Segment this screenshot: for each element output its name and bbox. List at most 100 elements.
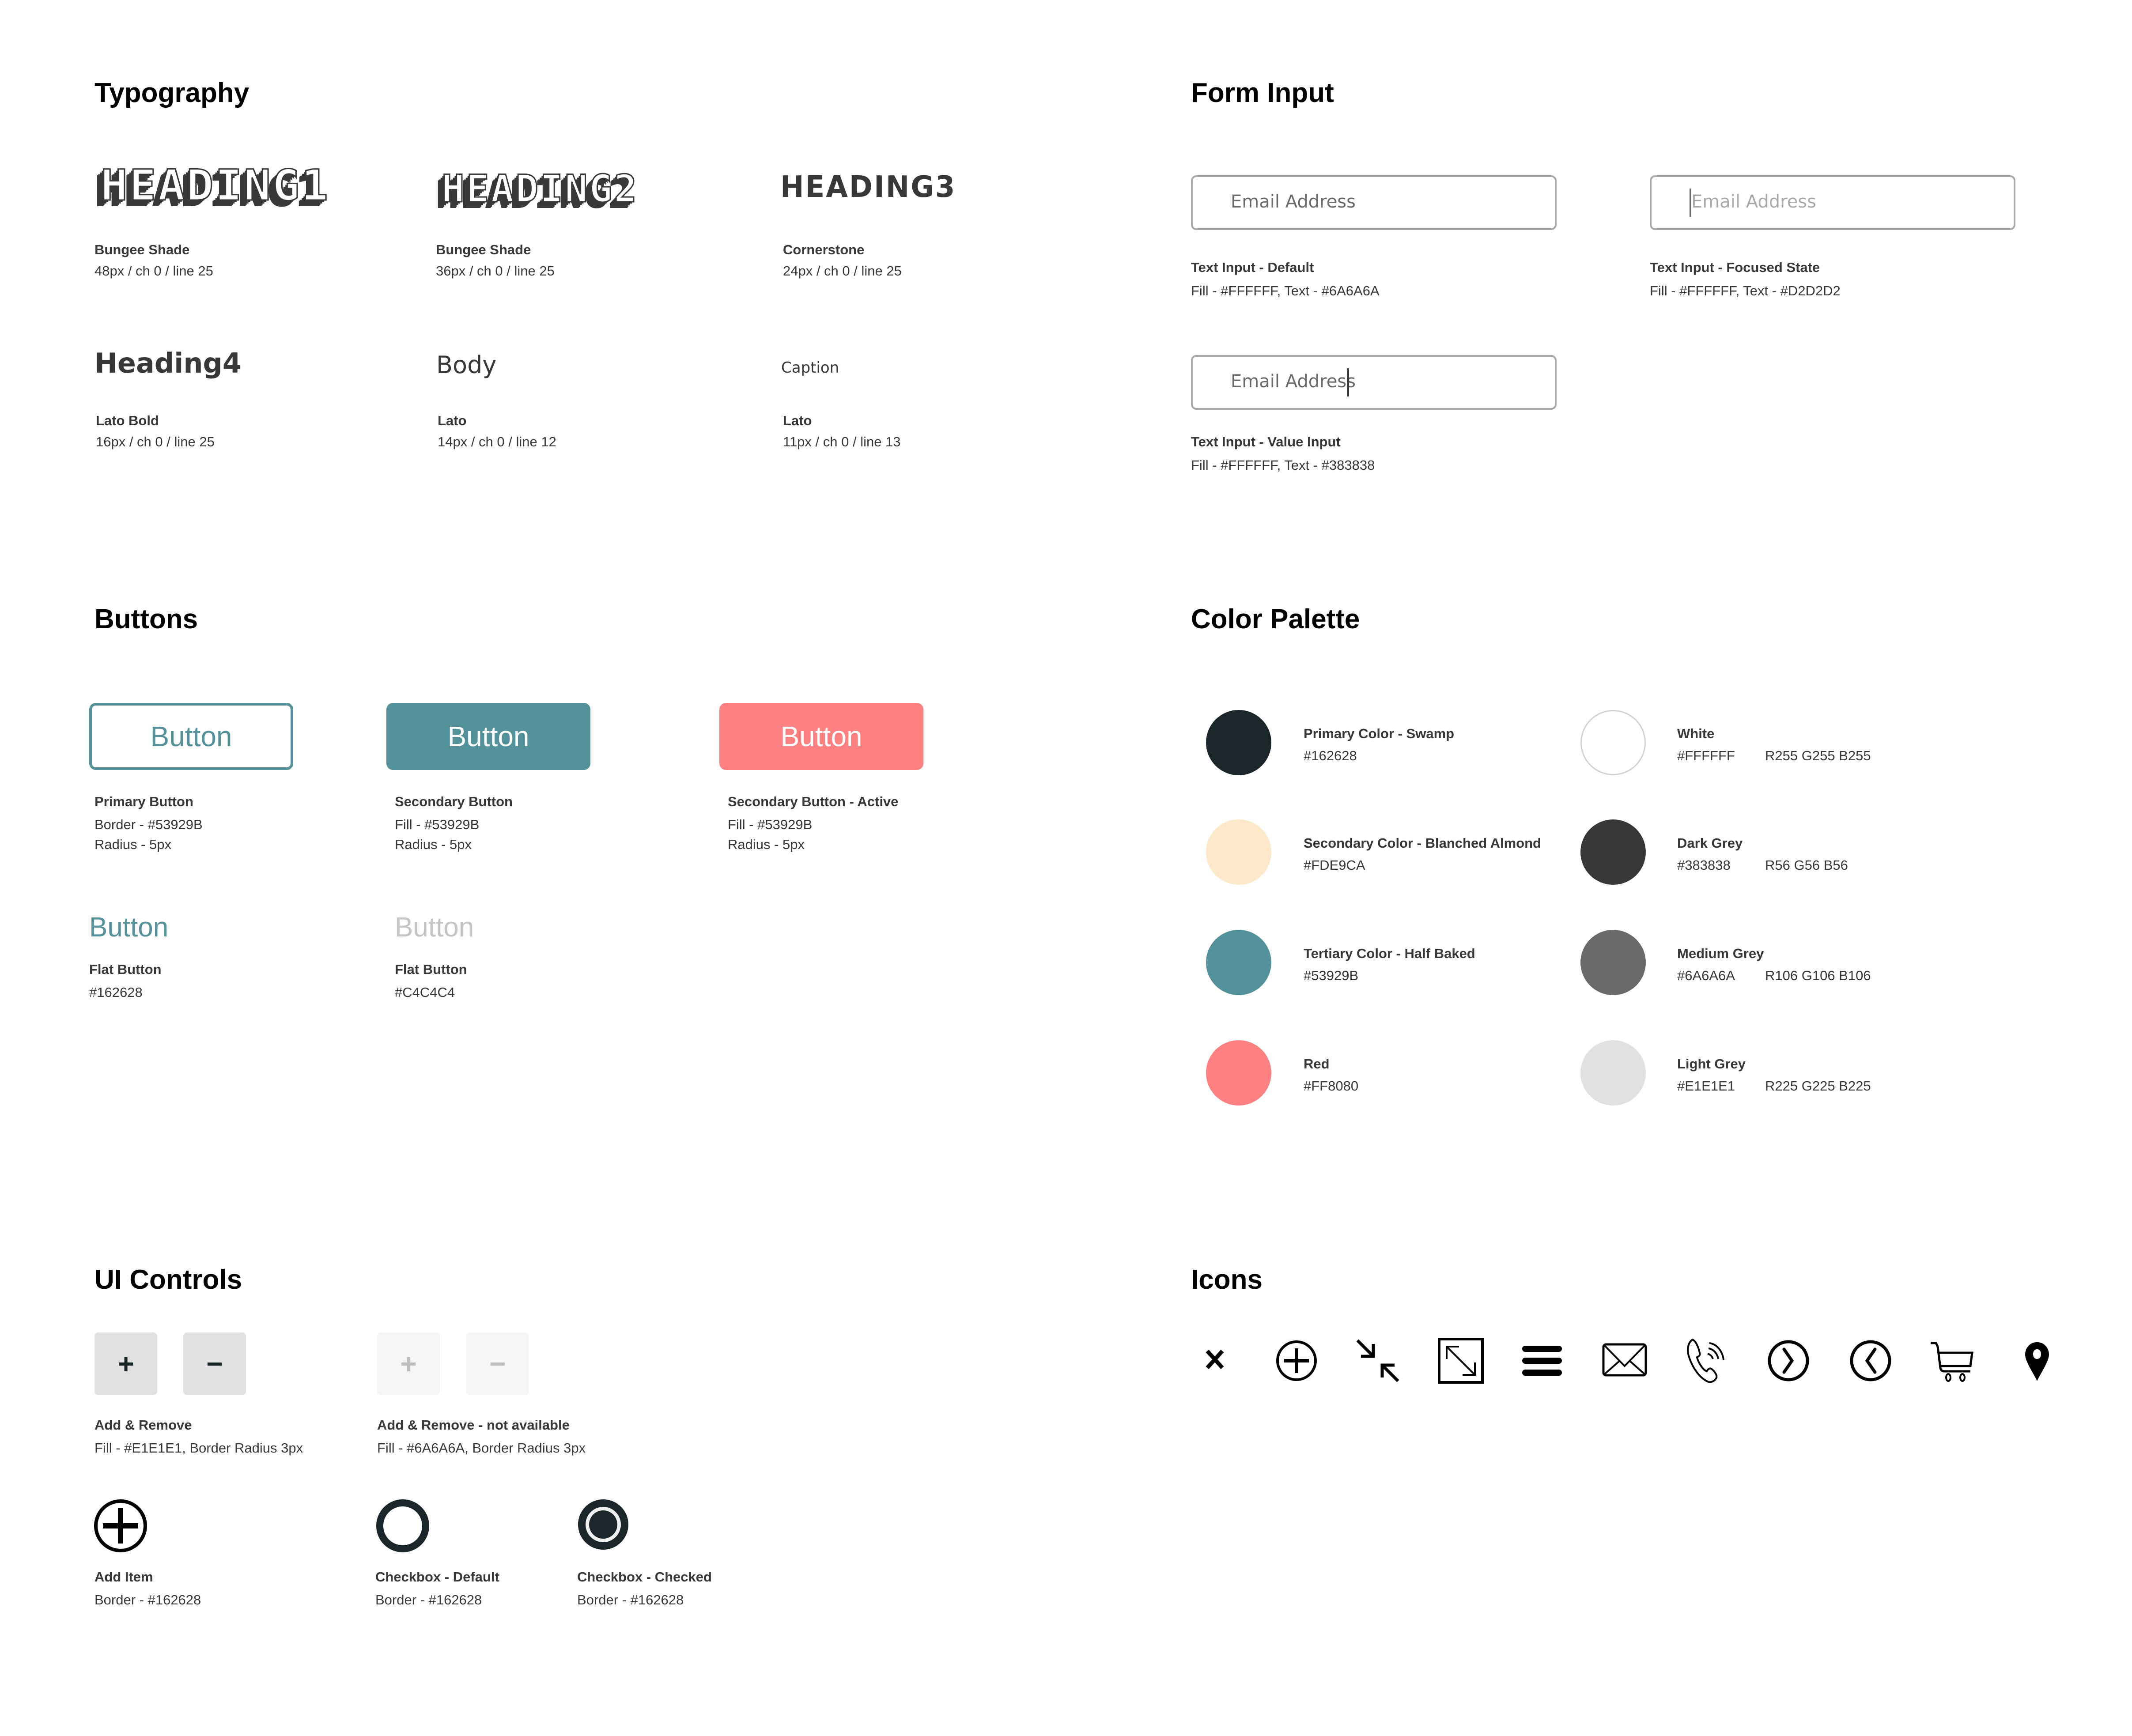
secondary-active-radius: Radius - 5px (728, 837, 805, 852)
primary-button-spec: Border - #53929B (95, 817, 203, 832)
secondary-button-radius: Radius - 5px (395, 837, 472, 852)
secondary-button-label: Secondary Button (395, 794, 513, 809)
add-item-label: Add Item (95, 1569, 153, 1585)
secondary-active-spec: Fill - #53929B (728, 817, 813, 832)
collapse-icon[interactable] (1355, 1338, 1401, 1384)
add-button[interactable]: + (95, 1332, 157, 1395)
input-focused-label: Text Input - Focused State (1650, 260, 1820, 275)
heading4-spec: 16px / ch 0 / line 25 (96, 434, 215, 449)
flat-button-label: Flat Button (89, 962, 162, 977)
checkbox-default-label: Checkbox - Default (375, 1569, 499, 1585)
chevron-right-circle-icon[interactable] (1767, 1340, 1810, 1382)
color-rgb: R255 G255 B255 (1765, 748, 1871, 763)
email-field-value[interactable]: Email Address (1191, 355, 1557, 410)
heading1-font: Bungee Shade (95, 242, 190, 257)
color-name: Light Grey (1677, 1056, 1746, 1072)
color-name: Secondary Color - Blanched Almond (1304, 835, 1541, 851)
color-palette-section-title: Color Palette (1191, 604, 1360, 634)
swatch-circle (1206, 930, 1271, 995)
add-remove-spec: Fill - #E1E1E1, Border Radius 3px (95, 1440, 303, 1456)
input-value-label: Text Input - Value Input (1191, 434, 1341, 449)
color-hex: #FDE9CA (1304, 857, 1365, 873)
swatch-circle (1580, 819, 1646, 885)
caption-spec: 11px / ch 0 / line 13 (783, 434, 901, 449)
color-hex: #383838 (1677, 857, 1731, 873)
color-hex: #162628 (1304, 748, 1357, 763)
swatch-circle (1580, 710, 1646, 775)
buttons-section-title: Buttons (95, 604, 198, 634)
swatch-circle (1580, 1040, 1646, 1106)
color-name: Medium Grey (1677, 946, 1764, 961)
flat-button-disabled-label: Flat Button (395, 962, 467, 977)
email-field-focused[interactable]: Email Address (1650, 175, 2015, 230)
form-input-section-title: Form Input (1191, 78, 1334, 108)
checkbox-checked-label: Checkbox - Checked (577, 1569, 712, 1585)
heading2-spec: 36px / ch 0 / line 25 (436, 263, 555, 279)
heading4-font: Lato Bold (96, 413, 159, 428)
add-button-disabled[interactable]: + (377, 1332, 440, 1395)
primary-button-label: Primary Button (95, 794, 193, 809)
primary-button[interactable]: Button (89, 703, 293, 770)
heading3-spec: 24px / ch 0 / line 25 (783, 263, 902, 279)
color-hex: #FFFFFF (1677, 748, 1735, 763)
flat-button[interactable]: Button (89, 914, 168, 941)
color-rgb: R56 G56 B56 (1765, 857, 1848, 873)
add-remove-disabled-label: Add & Remove - not available (377, 1417, 570, 1433)
flat-button-spec: #162628 (89, 985, 143, 1000)
input-default-spec: Fill - #FFFFFF, Text - #6A6A6A (1191, 283, 1380, 298)
add-remove-label: Add & Remove (95, 1417, 192, 1433)
email-value: Email Address (1231, 371, 1356, 392)
phone-icon[interactable] (1685, 1338, 1729, 1384)
body-spec: 14px / ch 0 / line 12 (438, 434, 556, 449)
checkbox-checked[interactable] (577, 1498, 629, 1551)
swatch-circle (1206, 1040, 1271, 1106)
color-name: Tertiary Color - Half Baked (1304, 946, 1475, 961)
heading3-font: Cornerstone (783, 242, 865, 257)
body-sample: Body (436, 351, 497, 379)
typography-section-title: Typography (95, 78, 249, 108)
close-icon[interactable] (1204, 1348, 1226, 1370)
swatch-circle (1580, 930, 1646, 995)
menu-icon[interactable] (1522, 1345, 1562, 1377)
heading4-sample: Heading4 (95, 347, 242, 379)
cart-icon[interactable] (1930, 1340, 1974, 1383)
color-name: Dark Grey (1677, 835, 1743, 851)
secondary-button-active[interactable]: Button (719, 703, 923, 770)
checkbox-default-spec: Border - #162628 (375, 1592, 482, 1608)
swatch-circle (1206, 710, 1271, 775)
add-item-icon[interactable] (93, 1498, 148, 1553)
flat-button-disabled[interactable]: Button (395, 914, 474, 941)
color-rgb: R106 G106 B106 (1765, 968, 1871, 983)
heading2-font: Bungee Shade (436, 242, 531, 257)
add-remove-disabled-spec: Fill - #6A6A6A, Border Radius 3px (377, 1440, 586, 1456)
color-hex: #FF8080 (1304, 1078, 1359, 1094)
secondary-button[interactable]: Button (386, 703, 590, 770)
body-font: Lato (438, 413, 467, 428)
remove-button[interactable]: − (183, 1332, 246, 1395)
add-item-spec: Border - #162628 (95, 1592, 201, 1608)
checkbox-default[interactable] (375, 1498, 430, 1553)
expand-icon[interactable] (1438, 1338, 1484, 1384)
color-name: Primary Color - Swamp (1304, 726, 1455, 741)
mail-icon[interactable] (1602, 1343, 1647, 1377)
color-rgb: R225 G225 B225 (1765, 1078, 1871, 1094)
checkbox-checked-spec: Border - #162628 (577, 1592, 684, 1608)
remove-button-disabled[interactable]: − (466, 1332, 529, 1395)
email-field-default[interactable]: Email Address (1191, 175, 1557, 230)
ui-controls-section-title: UI Controls (95, 1264, 242, 1295)
email-placeholder: Email Address (1691, 192, 1816, 212)
location-pin-icon[interactable] (2024, 1341, 2050, 1382)
input-focused-spec: Fill - #FFFFFF, Text - #D2D2D2 (1650, 283, 1841, 298)
heading3-sample: HEADING3 (780, 170, 956, 204)
caption-font: Lato (783, 413, 812, 428)
heading1-sample: HEADING1 (100, 161, 330, 210)
text-caret (1347, 368, 1349, 396)
chevron-left-circle-icon[interactable] (1849, 1340, 1892, 1382)
input-value-spec: Fill - #FFFFFF, Text - #383838 (1191, 457, 1375, 473)
primary-button-radius: Radius - 5px (95, 837, 172, 852)
email-placeholder: Email Address (1231, 192, 1356, 212)
plus-circle-icon[interactable] (1275, 1340, 1318, 1382)
secondary-button-spec: Fill - #53929B (395, 817, 480, 832)
heading1-spec: 48px / ch 0 / line 25 (95, 263, 213, 279)
input-default-label: Text Input - Default (1191, 260, 1314, 275)
